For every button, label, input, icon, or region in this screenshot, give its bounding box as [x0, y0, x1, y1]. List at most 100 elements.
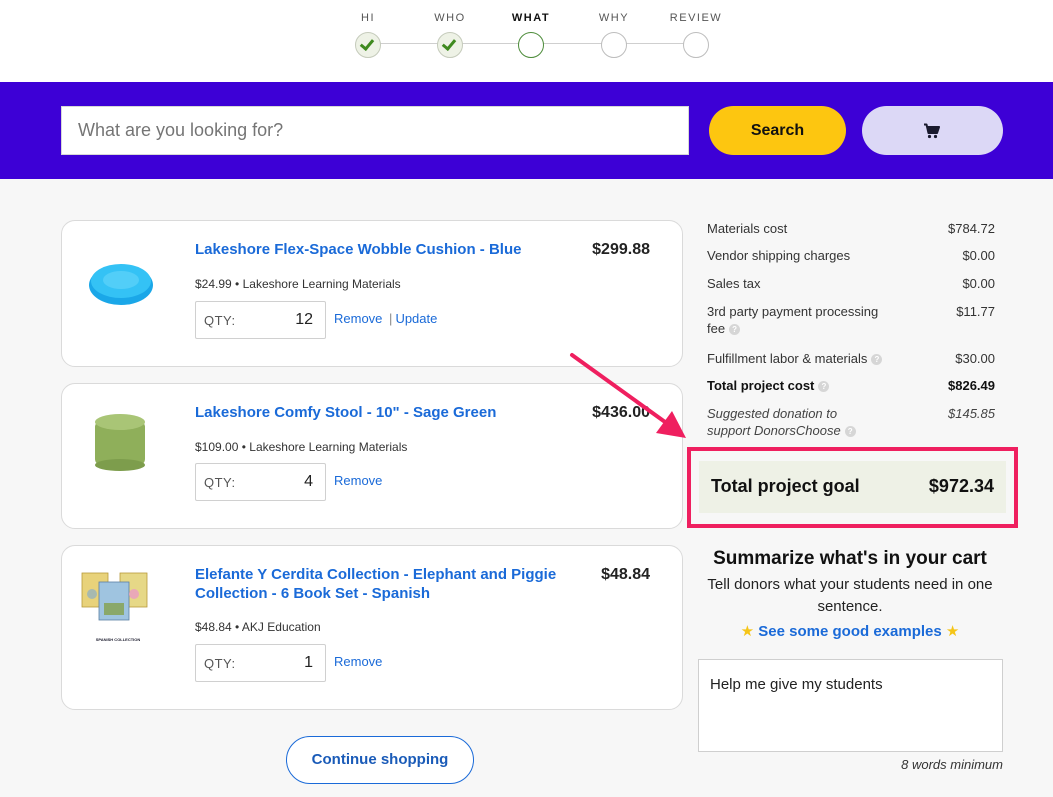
help-icon[interactable]: ? — [818, 381, 830, 392]
cart-button[interactable] — [862, 106, 1003, 155]
summary-label: Vendor shipping charges — [707, 248, 851, 263]
help-icon[interactable]: ? — [871, 354, 883, 365]
summary-row-donation: Suggested donation to support DonorsChoo… — [707, 405, 995, 439]
search-input[interactable] — [61, 106, 689, 155]
summary-value: $826.49 — [948, 378, 995, 393]
cart-summary-textarea[interactable]: Help me give my students — [698, 659, 1003, 752]
book-set-caption: SPANISH COLLECTION — [95, 637, 141, 642]
help-icon[interactable]: ? — [729, 324, 741, 335]
qty-label: QTY: — [204, 475, 236, 490]
project-goal-highlight: Total project goal $972.34 — [687, 447, 1018, 528]
summary-row-payment-fee: 3rd party payment processing fee? $11.77 — [707, 303, 995, 337]
quantity-field[interactable]: QTY: 1 — [195, 644, 326, 682]
summary-value: $0.00 — [962, 248, 995, 263]
remove-link[interactable]: Remove — [334, 473, 382, 488]
summary-label: 3rd party payment processing fee? — [707, 303, 878, 337]
item-title-link[interactable]: Lakeshore Flex-Space Wobble Cushion - Bl… — [195, 240, 575, 259]
star-icon: ★ — [945, 623, 960, 640]
examples-label: See some good examples — [758, 623, 942, 640]
help-icon[interactable]: ? — [844, 426, 856, 437]
step-circle — [355, 32, 381, 58]
step-circle — [601, 32, 627, 58]
cart-item-card: SPANISH COLLECTION Elefante Y Cerdita Co… — [61, 545, 683, 710]
qty-label: QTY: — [204, 313, 236, 328]
summary-value: $145.85 — [948, 406, 995, 421]
item-unit-price: $24.99 — [195, 277, 232, 291]
comfy-stool-image — [95, 414, 145, 471]
item-vendor: Lakeshore Learning Materials — [249, 440, 408, 454]
item-meta: $109.00 • Lakeshore Learning Materials — [195, 440, 407, 454]
continue-shopping-button[interactable]: Continue shopping — [286, 736, 474, 784]
step-hi[interactable]: HI — [328, 10, 408, 58]
quantity-field[interactable]: QTY: 12 — [195, 301, 326, 339]
summary-value: $0.00 — [962, 276, 995, 291]
meta-separator: • — [235, 620, 240, 634]
summary-value: $11.77 — [956, 304, 995, 319]
item-title-link[interactable]: Elefante Y Cerdita Collection - Elephant… — [195, 565, 580, 603]
item-actions: Remove — [334, 473, 382, 488]
summary-value: $30.00 — [955, 351, 995, 366]
search-bar-section: Search — [0, 82, 1053, 179]
cart-summary-subtitle: Tell donors what your students need in o… — [707, 576, 993, 615]
qty-label: QTY: — [204, 656, 236, 671]
remove-link[interactable]: Remove — [334, 311, 382, 326]
annotation-arrow-icon — [570, 353, 686, 438]
action-separator: | — [389, 311, 393, 326]
summary-label-text: Fulfillment labor & materials — [707, 351, 868, 366]
book-set-image — [81, 572, 148, 621]
step-circle — [683, 32, 709, 58]
cart-icon — [924, 123, 940, 139]
summary-label: Suggested donation to support DonorsChoo… — [707, 405, 856, 439]
summary-label: Total project cost? — [707, 377, 830, 394]
item-unit-price: $109.00 — [195, 440, 239, 454]
item-meta: $24.99 • Lakeshore Learning Materials — [195, 277, 401, 291]
checkmark-icon — [441, 35, 457, 52]
item-unit-price: $48.84 — [195, 620, 232, 634]
item-actions: Remove | Update — [334, 311, 437, 326]
search-button[interactable]: Search — [709, 106, 846, 155]
item-vendor: AKJ Education — [241, 620, 321, 634]
summary-label-line: 3rd party payment processing — [707, 304, 879, 319]
good-examples-link[interactable]: ★ See some good examples ★ — [697, 622, 1003, 640]
item-meta: $48.84 • AKJ Education — [195, 620, 321, 634]
update-link[interactable]: Update — [395, 311, 437, 326]
step-label: WHY — [598, 12, 630, 24]
qty-value[interactable]: 1 — [304, 654, 313, 672]
meta-separator: • — [235, 277, 240, 291]
wobble-cushion-image — [89, 264, 153, 305]
step-what[interactable]: WHAT — [491, 10, 571, 58]
summary-label-line: support DonorsChoose — [707, 423, 841, 438]
word-minimum-hint: 8 words minimum — [901, 757, 1003, 772]
step-review[interactable]: REVIEW — [656, 10, 736, 58]
quantity-field[interactable]: QTY: 4 — [195, 463, 326, 501]
step-why[interactable]: WHY — [574, 10, 654, 58]
step-label: HI — [361, 12, 375, 24]
step-circle — [437, 32, 463, 58]
item-price: $299.88 — [592, 241, 650, 258]
checkmark-icon — [359, 35, 375, 52]
step-who[interactable]: WHO — [410, 10, 490, 58]
qty-value[interactable]: 4 — [304, 473, 313, 491]
progress-stepper: HI WHO WHAT WHY REVIEW — [0, 0, 1053, 82]
item-price: $48.84 — [601, 566, 650, 583]
remove-link[interactable]: Remove — [334, 654, 382, 669]
meta-separator: • — [241, 440, 246, 454]
star-icon: ★ — [740, 623, 755, 640]
step-label: WHAT — [511, 12, 551, 24]
summary-value: $784.72 — [948, 221, 995, 236]
summary-label-line: Suggested donation to — [707, 406, 838, 421]
item-title-link[interactable]: Lakeshore Comfy Stool - 10" - Sage Green — [195, 403, 575, 422]
summary-label: Sales tax — [707, 276, 761, 291]
summary-label: Fulfillment labor & materials? — [707, 350, 883, 367]
summary-label-text: Total project cost — [707, 378, 815, 393]
cart-summary-title: Summarize what's in your cart — [713, 548, 987, 569]
step-label: REVIEW — [669, 12, 723, 24]
summary-label: Materials cost — [707, 221, 788, 236]
step-label: WHO — [434, 12, 466, 24]
goal-label: Total project goal — [711, 476, 860, 496]
item-actions: Remove — [334, 654, 382, 669]
item-vendor: Lakeshore Learning Materials — [242, 277, 401, 291]
summary-label-line: fee — [707, 321, 726, 336]
goal-value: $972.34 — [928, 476, 994, 496]
qty-value[interactable]: 12 — [295, 311, 313, 329]
